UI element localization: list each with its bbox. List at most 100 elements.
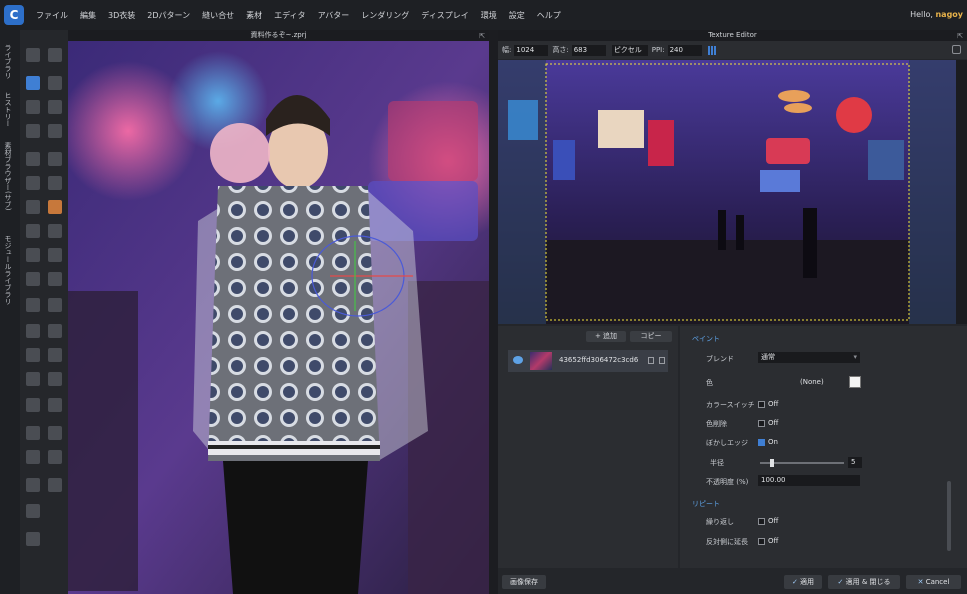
pin-tool-icon[interactable] [48,100,62,114]
blur-edge-label: ぼかしエッジ [706,439,748,447]
height-input[interactable]: 683 [571,44,606,56]
arrow-tool-icon[interactable] [48,478,62,492]
width-input[interactable]: 1024 [514,44,549,56]
apply-button[interactable]: ✓ 適用 [784,575,822,589]
texture-transform-icon[interactable] [26,200,40,214]
line-tool-icon[interactable] [26,272,40,286]
layer-row[interactable]: 43652ffd306472c3cd6 [508,350,668,372]
button-tool-icon[interactable] [48,176,62,190]
select-mesh-icon[interactable] [48,76,62,90]
tab-material-browser[interactable]: 素材ブラウザー(サブ) [3,142,13,210]
tack-tool-icon[interactable] [26,152,40,166]
color-switch-value: Off [768,400,779,408]
trash-icon[interactable] [659,357,665,364]
user-name[interactable]: nagoy [935,10,963,19]
brush-tool-icon[interactable] [26,298,40,312]
pen-tool-icon[interactable] [26,504,40,518]
tab-history[interactable]: ヒストリー [3,92,13,127]
color-switch-checkbox[interactable] [758,401,765,408]
measure-tool-icon[interactable] [26,248,40,262]
side-tab-rail: ライブラリ ヒストリー 素材ブラウザー(サブ) モジュールライブラリ [0,30,20,594]
grid-tool-icon[interactable] [48,398,62,412]
menu-display[interactable]: ディスプレイ [415,10,474,21]
avatar-tool-icon[interactable] [48,124,62,138]
radius-slider[interactable] [760,459,844,467]
fold-tool-icon[interactable] [26,100,40,114]
hand-tool-icon[interactable] [26,48,40,62]
settings-icon[interactable] [952,45,961,54]
cancel-button[interactable]: ✕ Cancel [906,575,961,589]
menu-environment[interactable]: 環境 [475,10,503,21]
opacity-input[interactable]: 100.00 [758,475,860,486]
apply-close-button[interactable]: ✓ 適用 & 閉じる [828,575,900,589]
unit-select[interactable]: ピクセル [611,44,648,56]
copy-layer-button[interactable]: コピー [630,331,672,342]
person-tool-icon[interactable] [26,398,40,412]
stitch-tool-icon[interactable] [26,372,40,386]
trim-tool-icon[interactable] [48,224,62,238]
add-layer-button[interactable]: + 追加 [586,331,626,342]
repeat-section-header[interactable]: リピート [692,499,720,509]
save-image-button[interactable]: 画像保存 [502,575,546,589]
curve-tool-icon[interactable] [48,272,62,286]
3d-viewport[interactable]: 資料作るぞ~.zprj ⇱ [68,30,489,594]
blend-select[interactable]: 通常 ▾ [758,352,860,363]
topstitch-tool-icon[interactable] [26,176,40,190]
color-swatch[interactable] [849,376,861,388]
avatar-display-icon[interactable] [48,200,62,214]
fit-tool-icon[interactable] [48,372,62,386]
radius-slider-handle[interactable] [770,459,775,467]
garment-tool-icon[interactable] [26,124,40,138]
graphic-tool-icon[interactable] [26,224,40,238]
viewport-expand-icon[interactable]: ⇱ [479,31,485,42]
panel-divider[interactable] [489,30,498,594]
apply-label: 適用 [800,578,815,586]
menu-help[interactable]: ヘルプ [531,10,567,21]
sphere-tool-icon[interactable] [48,298,62,312]
camera-tool-icon[interactable] [26,324,40,338]
shirt-tool-icon[interactable] [26,348,40,362]
eye-icon[interactable] [513,356,523,364]
color-switch-label: カラースイッチ [706,401,755,409]
texture-size-bar: 幅: 1024 高さ: 683 ピクセル PPI: 240 [498,41,967,59]
color-remove-label: 色削除 [706,420,727,428]
tab-library[interactable]: ライブラリ [3,44,13,79]
app-logo[interactable]: C [4,5,24,25]
paint-section-header[interactable]: ペイント [692,334,720,344]
menu-2d-pattern[interactable]: 2Dパターン [141,10,196,21]
menu-avatar[interactable]: アバター [312,10,356,21]
layer-tool-icon[interactable] [48,450,62,464]
strap-tool-icon[interactable] [26,478,40,492]
menu-edit[interactable]: 編集 [74,10,102,21]
move-tool-icon[interactable] [26,76,40,90]
ppi-input[interactable]: 240 [667,44,702,56]
attach-tool-icon[interactable] [26,426,40,440]
3d-scene[interactable] [68,41,489,594]
menu-3d-garment[interactable]: 3D衣装 [102,10,141,21]
texture-preview[interactable] [498,60,956,324]
menu-rendering[interactable]: レンダリング [355,10,415,21]
menu-settings[interactable]: 設定 [503,10,531,21]
copy-tool-icon[interactable] [48,426,62,440]
color-remove-checkbox[interactable] [758,420,765,427]
fabric-tool-icon[interactable] [48,348,62,362]
pose-tool-icon[interactable] [48,48,62,62]
properties-scrollbar[interactable] [947,481,951,551]
menu-sewing[interactable]: 縫い合せ [196,10,240,21]
tab-module-library[interactable]: モジュールライブラリ [3,235,13,305]
mirror-checkbox[interactable] [758,538,765,545]
grid-icon[interactable] [707,45,717,55]
glue-tool-icon[interactable] [26,450,40,464]
preview-scrollbar[interactable] [956,60,967,324]
menu-material[interactable]: 素材 [240,10,268,21]
lock-icon[interactable] [648,357,654,364]
zipper-tool-icon[interactable] [48,248,62,262]
repeat-checkbox[interactable] [758,518,765,525]
menu-editor[interactable]: エディタ [268,10,311,21]
blur-edge-checkbox[interactable] [758,439,765,446]
radius-input[interactable]: 5 [848,457,862,468]
pattern-tool-icon[interactable] [26,532,40,546]
sewing-tool-icon[interactable] [48,152,62,166]
menu-file[interactable]: ファイル [30,10,74,21]
light-tool-icon[interactable] [48,324,62,338]
